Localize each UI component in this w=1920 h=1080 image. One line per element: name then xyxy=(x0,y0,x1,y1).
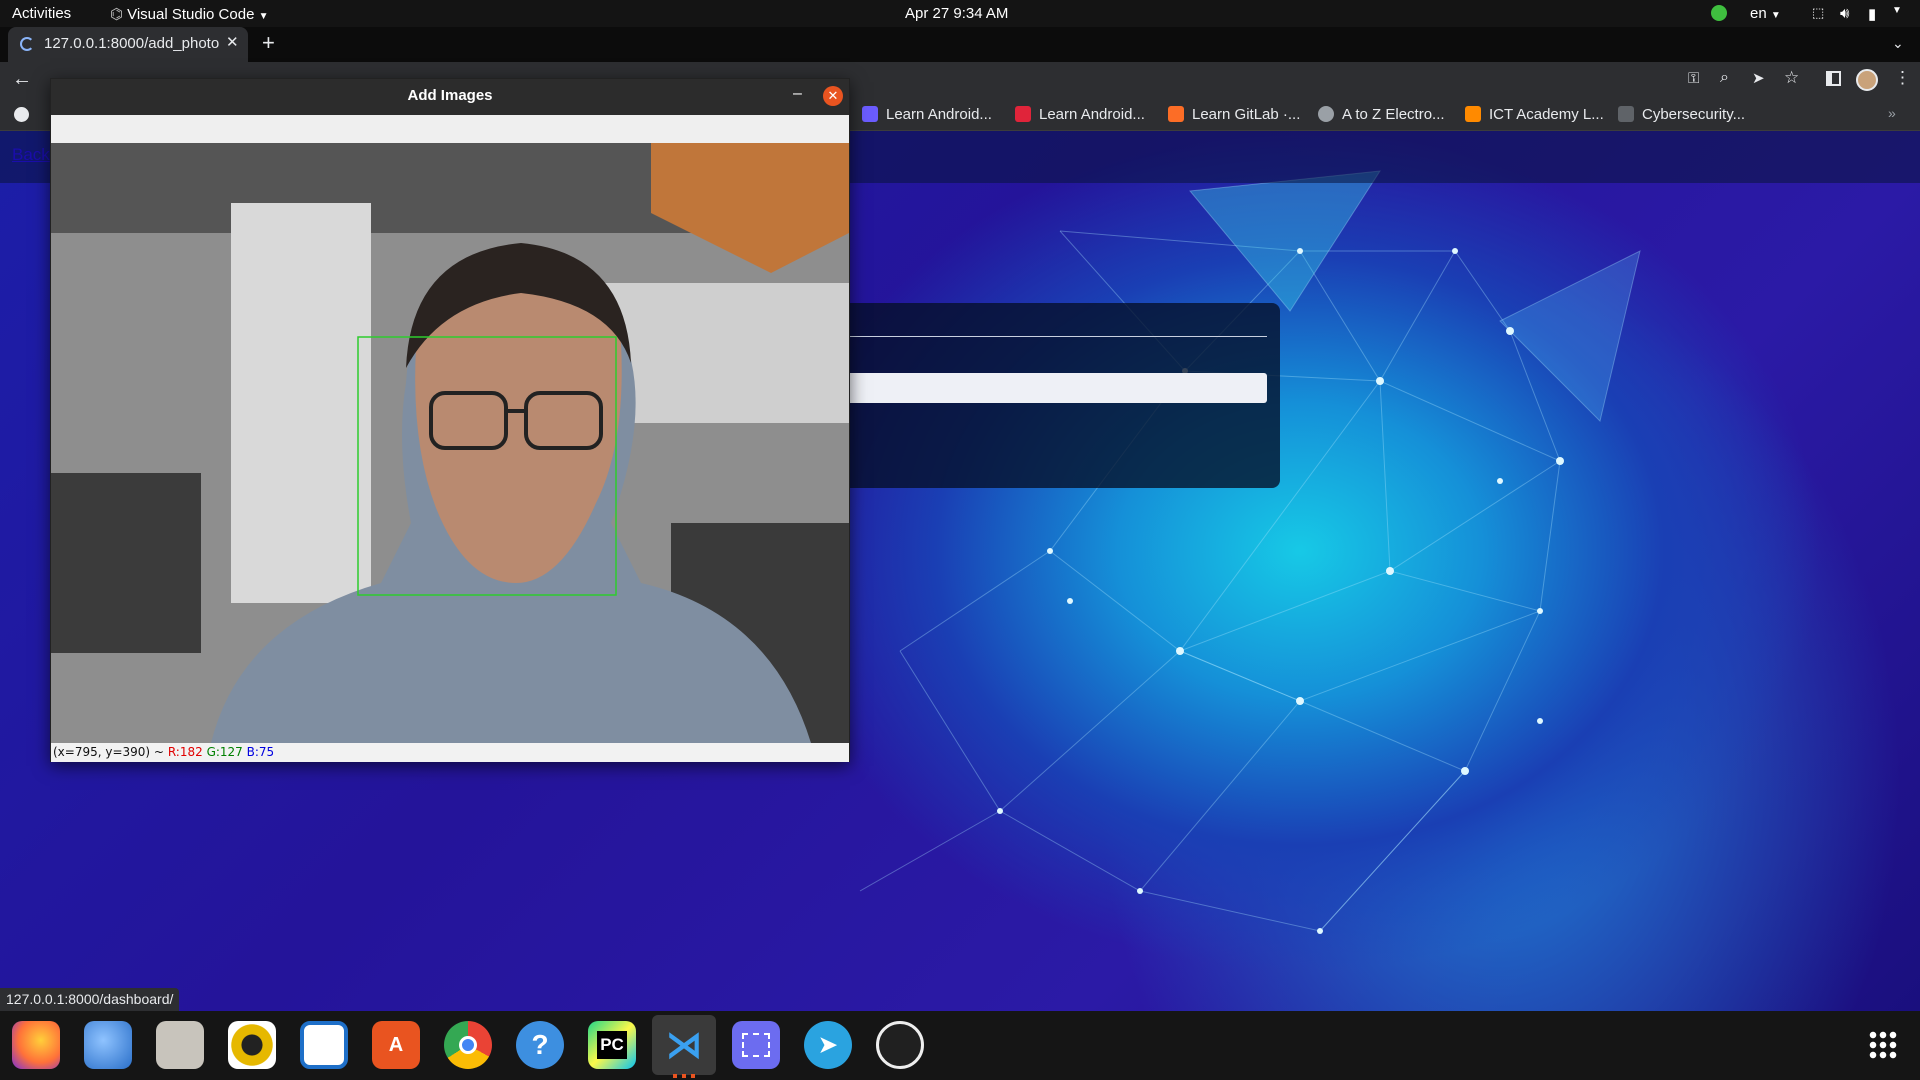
thunderbird-icon[interactable] xyxy=(84,1021,132,1069)
dock: A ? PC ⋊ ➤ xyxy=(0,1011,1920,1080)
bookmark-item[interactable]: Cybersecurity... xyxy=(1618,106,1745,123)
loading-spinner-icon xyxy=(20,37,34,51)
pixel-info-statusbar: (x=795, y=390) ~ R:182 G:127 B:75 xyxy=(51,743,849,762)
new-tab-button[interactable]: + xyxy=(262,30,275,56)
pycharm-icon[interactable]: PC xyxy=(588,1021,636,1069)
clock[interactable]: Apr 27 9:34 AM xyxy=(905,5,1008,22)
screenshot-icon[interactable] xyxy=(732,1021,780,1069)
apps-globe-icon[interactable] xyxy=(14,107,29,122)
red-value: R:182 xyxy=(167,745,203,759)
bookmark-label: A to Z Electro... xyxy=(1342,106,1445,123)
system-menu-chevron-icon[interactable]: ▼ xyxy=(1892,5,1902,16)
close-window-button[interactable]: ✕ xyxy=(823,86,843,106)
app-menu[interactable]: ⌬ Visual Studio Code ▼ xyxy=(110,5,269,23)
browser-tab[interactable]: 127.0.0.1:8000/add_photo ✕ xyxy=(8,27,248,62)
obs-icon[interactable] xyxy=(876,1021,924,1069)
bookmark-label: Learn GitLab ·... xyxy=(1192,106,1301,123)
form-divider xyxy=(830,336,1267,337)
window-title-bar[interactable]: Add Images xyxy=(51,79,849,115)
back-arrow-icon[interactable]: ← xyxy=(12,68,32,91)
help-icon[interactable]: ? xyxy=(516,1021,564,1069)
add-photo-form-card xyxy=(800,303,1280,488)
bookmark-item[interactable]: ICT Academy L... xyxy=(1465,106,1604,123)
bookmark-label: ICT Academy L... xyxy=(1489,106,1604,123)
profile-avatar[interactable] xyxy=(1856,69,1878,91)
opencv-window: Add Images – ✕ (x=795, y=390) ~ R:182 G:… xyxy=(50,78,850,762)
link-status-bubble: 127.0.0.1:8000/dashboard/ xyxy=(0,988,180,1011)
camera-feed[interactable] xyxy=(51,143,849,743)
bookmark-favicon-icon xyxy=(1465,106,1481,122)
writer-icon[interactable] xyxy=(300,1021,348,1069)
battery-icon[interactable]: ▮ xyxy=(1868,5,1876,23)
bookmark-favicon-icon xyxy=(1168,106,1184,122)
side-panel-icon[interactable] xyxy=(1826,71,1841,86)
show-applications-grid-icon[interactable] xyxy=(1868,1030,1898,1060)
volume-icon[interactable]: 🔊︎ xyxy=(1840,5,1849,22)
bookmark-item[interactable]: Learn Android... xyxy=(1015,106,1145,123)
app-menu-label: Visual Studio Code xyxy=(127,6,255,23)
bookmark-item[interactable]: A to Z Electro... xyxy=(1318,106,1445,123)
bookmark-label: Learn Android... xyxy=(1039,106,1145,123)
password-key-icon[interactable]: ⚿ xyxy=(1688,70,1699,87)
name-input[interactable] xyxy=(830,373,1267,403)
bookmark-favicon-icon xyxy=(1318,106,1334,122)
language-indicator[interactable]: en ▼ xyxy=(1750,5,1781,22)
chevron-down-icon: ▼ xyxy=(1770,10,1781,21)
window-title: Add Images xyxy=(407,87,493,104)
send-icon[interactable]: ➤ xyxy=(1752,69,1765,87)
green-value: G:127 xyxy=(206,745,243,759)
browser-tab-strip: 127.0.0.1:8000/add_photo ✕ + ⌄ xyxy=(0,27,1920,62)
browser-menu-icon[interactable]: ⋮ xyxy=(1894,68,1911,88)
vscode-small-icon: ⌬ xyxy=(110,6,124,23)
window-toolbar-strip xyxy=(51,115,849,143)
close-tab-icon[interactable]: ✕ xyxy=(226,33,239,51)
cursor-coordinates: (x=795, y=390) ~ xyxy=(53,745,164,759)
bookmark-favicon-icon xyxy=(1618,106,1634,122)
more-bookmarks-chevron-icon[interactable]: » xyxy=(1888,105,1896,121)
software-icon[interactable]: A xyxy=(372,1021,420,1069)
rhythmbox-icon[interactable] xyxy=(228,1021,276,1069)
bookmark-label: Learn Android... xyxy=(886,106,992,123)
update-status-icon[interactable] xyxy=(1711,5,1727,21)
back-link[interactable]: Back xyxy=(12,145,50,165)
chevron-down-icon: ▼ xyxy=(258,11,269,22)
tab-title: 127.0.0.1:8000/add_photo xyxy=(44,35,219,52)
bookmark-item[interactable]: Learn Android... xyxy=(862,106,992,123)
bookmark-item[interactable]: Learn GitLab ·... xyxy=(1168,106,1300,123)
telegram-icon[interactable]: ➤ xyxy=(804,1021,852,1069)
bookmark-favicon-icon xyxy=(862,106,878,122)
language-label: en xyxy=(1750,5,1767,22)
minimize-button[interactable]: – xyxy=(793,85,802,103)
running-indicator xyxy=(673,1074,695,1078)
blue-value: B:75 xyxy=(246,745,275,759)
activities-button[interactable]: Activities xyxy=(12,5,71,22)
zoom-icon[interactable]: ⌕ xyxy=(1720,69,1729,87)
bookmark-favicon-icon xyxy=(1015,106,1031,122)
network-icon[interactable]: ⬚ xyxy=(1812,5,1824,21)
files-icon[interactable] xyxy=(156,1021,204,1069)
chrome-icon[interactable] xyxy=(444,1021,492,1069)
firefox-icon[interactable] xyxy=(12,1021,60,1069)
tab-search-chevron-icon[interactable]: ⌄ xyxy=(1892,35,1904,52)
bookmark-star-icon[interactable]: ☆ xyxy=(1784,68,1799,88)
bookmark-label: Cybersecurity... xyxy=(1642,106,1746,123)
camera-frame-image xyxy=(51,143,849,743)
vscode-icon[interactable]: ⋊ xyxy=(652,1015,716,1075)
system-top-bar: Activities ⌬ Visual Studio Code ▼ Apr 27 … xyxy=(0,0,1920,27)
